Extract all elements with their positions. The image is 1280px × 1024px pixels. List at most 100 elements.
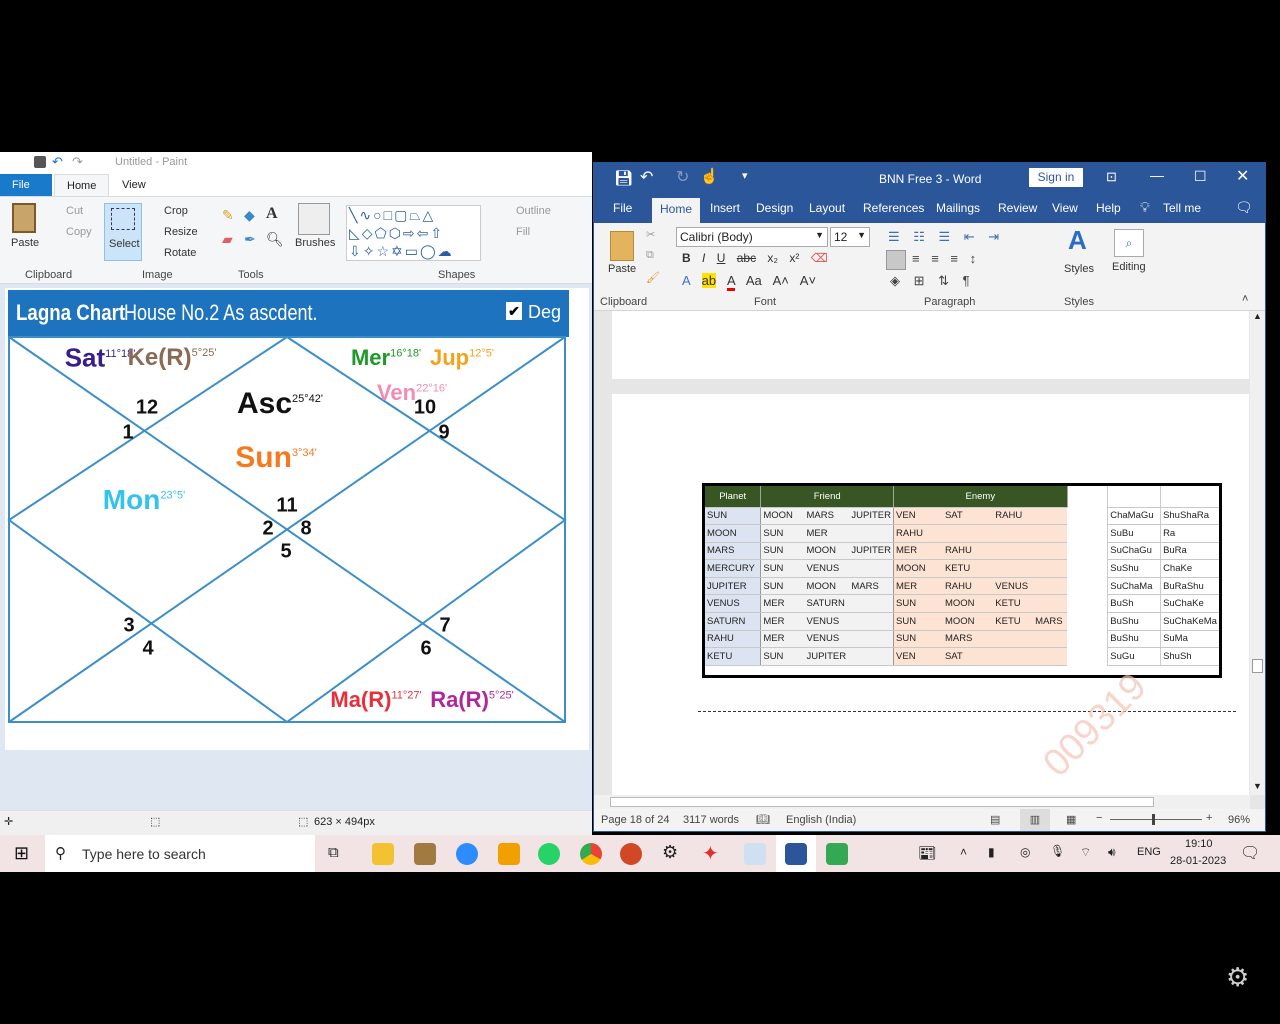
maximize-button[interactable]: ☐ (1194, 168, 1207, 185)
cell-friend: JUPITER (849, 507, 895, 526)
page[interactable]: Planet Friend Enemy SUN MOON MARS JUPITER VEN SA… (612, 394, 1249, 799)
paste-icon[interactable] (610, 231, 634, 261)
horizontal-scrollbar[interactable] (594, 795, 1250, 809)
wifi-icon[interactable]: ⌔ (1080, 845, 1091, 860)
paragraph-buttons[interactable]: ◈ ⊞ ⇅ ¶ (890, 273, 970, 289)
font-format-buttons[interactable]: B I U abc x₂ x² ⌫ (682, 251, 828, 265)
font-color-buttons[interactable]: A ab A Aa A˄ A˅ (682, 273, 816, 291)
search-placeholder: Type here to search (82, 846, 206, 862)
powerpoint-icon[interactable] (620, 843, 642, 865)
tab-review[interactable]: Review (998, 201, 1037, 215)
volume-icon[interactable]: 🔊︎ (1108, 845, 1116, 860)
chrome-icon[interactable] (580, 843, 602, 865)
planet-name: Jup (430, 345, 470, 370)
styles-button[interactable]: Styles (1064, 263, 1094, 275)
format-painter-icon[interactable]: 🖌︎ (646, 271, 660, 284)
word-taskbar-button[interactable] (776, 835, 816, 872)
font-name-select[interactable]: Calibri (Body) ▼ (676, 227, 828, 247)
meet-icon[interactable] (826, 843, 848, 865)
customize-toolbar-icon[interactable]: ▾ (742, 169, 748, 182)
house-number: 9 (438, 421, 450, 444)
cell-friend: MOON (804, 577, 850, 596)
save-icon[interactable]: 💾︎ (614, 169, 633, 187)
paste-button[interactable]: Paste (608, 263, 636, 275)
zoom-out-button[interactable]: − (1096, 812, 1102, 824)
input-language[interactable]: ENG (1137, 846, 1161, 858)
house-number: 11 (276, 494, 298, 517)
zoom-level[interactable]: 96% (1228, 814, 1250, 826)
word-count[interactable]: 3117 words (683, 814, 739, 826)
news-icon[interactable]: 📰︎ (918, 844, 937, 862)
tab-home[interactable]: Home (652, 198, 701, 223)
task-view-icon[interactable]: ⧉ (328, 844, 339, 861)
scroll-up-icon[interactable]: ▲ (1253, 311, 1262, 321)
tab-insert[interactable]: Insert (710, 201, 740, 215)
editing-button[interactable]: Editing (1112, 261, 1146, 273)
settings-icon[interactable]: ⚙ (662, 842, 678, 863)
tab-view[interactable]: View (1052, 201, 1078, 215)
copy-icon[interactable]: ⧉ (646, 249, 654, 262)
cell-combination: ShuShaRa (1160, 507, 1219, 526)
battery-icon[interactable]: ▮ (988, 845, 995, 859)
vertical-scrollbar[interactable]: ▲ ▼ (1250, 311, 1265, 795)
show-hidden-icons[interactable]: ˄ (960, 845, 967, 859)
app-icon[interactable] (498, 843, 520, 865)
sign-in-button[interactable]: Sign in (1029, 168, 1083, 187)
zoom-in-button[interactable]: + (1206, 812, 1212, 824)
app-icon[interactable]: ✦ (702, 841, 719, 866)
align-left-button[interactable] (886, 250, 906, 270)
word-tabs: File Home Insert Design Layout Reference… (594, 194, 1265, 223)
font-size-select[interactable]: 12 ▼ (830, 227, 870, 247)
cell-enemy (993, 524, 1034, 543)
proofing-icon[interactable]: 📖︎ (756, 813, 770, 826)
whatsapp-icon[interactable] (538, 843, 560, 865)
settings-gear-icon[interactable]: ⚙ (1226, 962, 1249, 993)
notifications-icon[interactable]: 🗨︎ (1240, 843, 1260, 863)
cut-icon[interactable]: ✂ (646, 228, 655, 241)
list-buttons[interactable]: ☰ ☷ ☰ ⇤ ⇥ (888, 229, 999, 245)
scrollbar-thumb[interactable] (1252, 659, 1263, 673)
microphone-icon[interactable]: 🎙︎ (1050, 844, 1065, 858)
web-layout-icon[interactable]: ▦ (1066, 813, 1076, 826)
tab-layout[interactable]: Layout (809, 201, 845, 215)
cell-enemy (1033, 647, 1068, 666)
search-box[interactable]: ⚲ Type here to search (45, 835, 315, 872)
touch-mode-icon[interactable]: ☝ (700, 167, 719, 185)
start-button[interactable]: ⊞ (14, 843, 29, 864)
tab-design[interactable]: Design (756, 201, 793, 215)
comments-icon[interactable]: 🗨︎ (1235, 199, 1253, 216)
zoom-slider[interactable] (1110, 819, 1202, 820)
ribbon-display-icon[interactable]: ⊡ (1106, 169, 1117, 185)
styles-icon[interactable]: A (1068, 225, 1087, 256)
alignment-buttons[interactable]: ≡ ≡ ≡ ↕ (912, 251, 976, 266)
zoom-slider-thumb[interactable] (1152, 814, 1155, 825)
find-icon[interactable]: ⌕ (1114, 229, 1144, 257)
redo-icon[interactable]: ↻ (676, 167, 689, 187)
tab-mailings[interactable]: Mailings (936, 201, 980, 215)
language[interactable]: English (India) (786, 814, 856, 826)
cell-enemy: VEN (893, 647, 943, 666)
read-mode-icon[interactable]: ▤ (990, 813, 1000, 826)
scrollbar-thumb[interactable] (610, 797, 1154, 807)
minimize-button[interactable]: — (1150, 167, 1164, 183)
scroll-down-icon[interactable]: ▼ (1253, 781, 1262, 791)
file-explorer-icon[interactable] (372, 843, 394, 865)
undo-icon[interactable]: ↶ (640, 167, 653, 187)
collapse-ribbon-icon[interactable]: ˄ (1242, 293, 1248, 305)
tab-references[interactable]: References (863, 201, 924, 215)
meet-now-icon[interactable]: ◎ (1020, 845, 1030, 859)
tab-file[interactable]: File (613, 201, 632, 215)
app-icon[interactable] (414, 843, 436, 865)
page-count[interactable]: Page 18 of 24 (601, 814, 670, 826)
clock-date[interactable]: 28-01-2023 (1170, 855, 1226, 867)
cell-enemy: SUN (893, 612, 943, 631)
close-button[interactable]: ✕ (1236, 166, 1249, 186)
planet-degree: 16°18' (390, 347, 422, 360)
clock-time[interactable]: 19:10 (1185, 838, 1213, 850)
zoom-icon[interactable] (456, 843, 478, 865)
tab-help[interactable]: Help (1096, 201, 1121, 215)
paint-icon[interactable] (744, 843, 766, 865)
print-layout-icon[interactable]: ▥ (1020, 809, 1050, 831)
planet-degree: 23°5' (160, 489, 186, 502)
tell-me-search[interactable]: Tell me (1163, 201, 1201, 215)
